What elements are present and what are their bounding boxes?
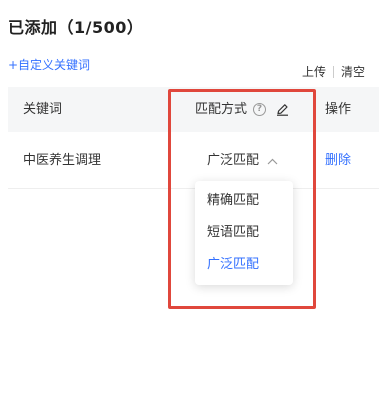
column-header-match-label: 匹配方式: [195, 102, 248, 117]
question-circle-icon[interactable]: ?: [253, 103, 267, 116]
page-title: 已添加（1/500）: [8, 18, 144, 37]
toolbar: 上传 清空: [302, 63, 365, 80]
table-header: 关键词 匹配方式 ? 操作: [8, 87, 379, 132]
delete-button[interactable]: 删除: [325, 133, 351, 189]
toolbar-divider: [332, 65, 334, 78]
table-row: 中医养生调理 广泛匹配 删除: [8, 133, 379, 189]
column-header-match: 匹配方式 ?: [195, 87, 289, 132]
keyword-cell: 中医养生调理: [23, 153, 102, 168]
chevron-up-icon: [267, 158, 278, 165]
column-header-keyword: 关键词: [23, 102, 63, 117]
match-type-dropdown: 精确匹配 短语匹配 广泛匹配: [195, 181, 293, 285]
option-broad-match[interactable]: 广泛匹配: [195, 249, 293, 281]
option-exact-match[interactable]: 精确匹配: [195, 185, 293, 217]
pencil-icon[interactable]: [276, 103, 289, 116]
clear-button[interactable]: 清空: [341, 63, 365, 80]
column-header-operation: 操作: [325, 102, 352, 117]
option-phrase-match[interactable]: 短语匹配: [195, 217, 293, 249]
add-custom-keyword-link[interactable]: +自定义关键词: [8, 56, 90, 73]
upload-button[interactable]: 上传: [302, 63, 326, 80]
